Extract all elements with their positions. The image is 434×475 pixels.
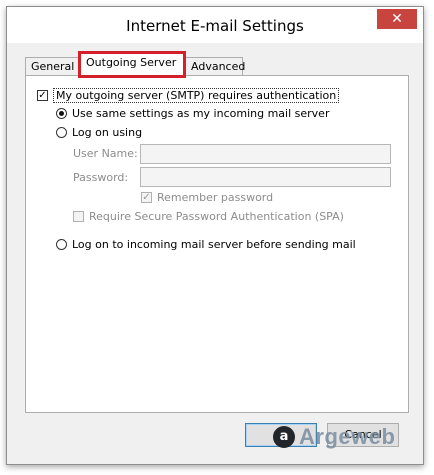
use-same-settings-row[interactable]: Use same settings as my incoming mail se… [56,107,329,120]
title-bar: Internet E-mail Settings ✕ [7,7,423,43]
user-name-label: User Name: [73,147,138,160]
log-on-incoming-first-row[interactable]: Log on to incoming mail server before se… [56,238,356,251]
use-same-settings-radio[interactable] [56,108,67,119]
requires-auth-row[interactable]: ✓ My outgoing server (SMTP) requires aut… [37,88,340,103]
requires-auth-checkbox[interactable]: ✓ [37,90,48,101]
remember-password-row[interactable]: ✓ Remember password [141,191,273,204]
require-spa-checkbox[interactable] [73,211,84,222]
dialog-title: Internet E-mail Settings [126,17,304,35]
remember-password-label: Remember password [157,191,274,204]
close-button[interactable]: ✕ [377,9,417,29]
log-on-incoming-first-radio[interactable] [56,239,67,250]
require-spa-label: Require Secure Password Authentication (… [89,210,344,223]
watermark-text: Argeweb [299,424,396,449]
user-name-field[interactable] [140,144,391,164]
argeweb-logo-icon: a [273,426,295,448]
tab-advanced[interactable]: Advanced [185,57,245,75]
log-on-using-row[interactable]: Log on using [56,126,142,139]
close-icon: ✕ [391,11,403,27]
use-same-settings-label: Use same settings as my incoming mail se… [72,107,330,120]
outgoing-server-panel: ✓ My outgoing server (SMTP) requires aut… [25,75,409,413]
log-on-using-radio[interactable] [56,127,67,138]
log-on-using-label: Log on using [72,126,143,139]
log-on-incoming-first-label: Log on to incoming mail server before se… [72,238,356,251]
internet-email-settings-dialog: Internet E-mail Settings ✕ General Outgo… [6,6,424,465]
password-label: Password: [73,171,129,184]
remember-password-checkbox[interactable]: ✓ [141,192,152,203]
password-field[interactable] [140,167,391,187]
tab-general[interactable]: General [25,57,79,75]
tab-outgoing-server[interactable]: Outgoing Server [78,51,186,78]
argeweb-watermark: a Argeweb [273,424,395,450]
require-spa-row[interactable]: Require Secure Password Authentication (… [73,210,344,223]
requires-auth-label: My outgoing server (SMTP) requires authe… [53,88,340,103]
